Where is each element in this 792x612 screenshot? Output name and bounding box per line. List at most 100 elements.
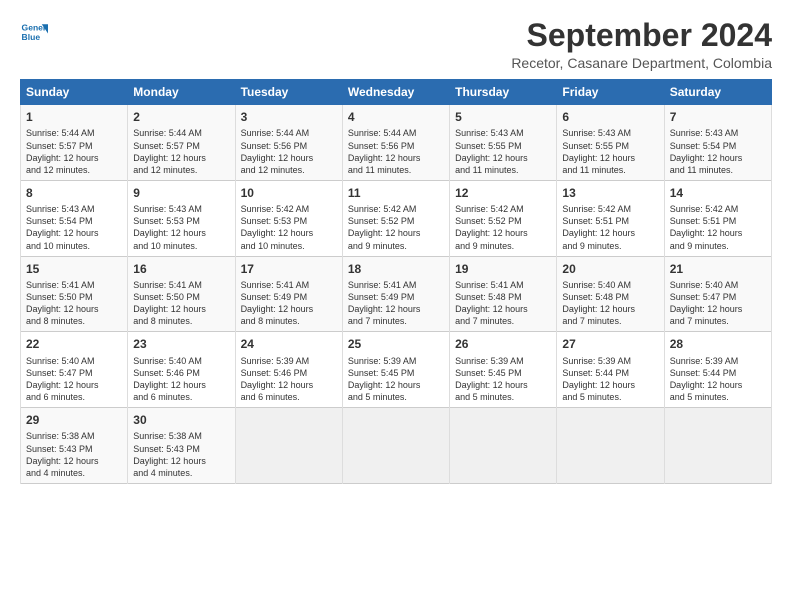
calendar-cell: 9Sunrise: 5:43 AMSunset: 5:53 PMDaylight… — [128, 180, 235, 256]
title-block: September 2024 Recetor, Casanare Departm… — [511, 18, 772, 71]
day-number: 4 — [348, 109, 444, 125]
day-number: 20 — [562, 261, 658, 277]
month-title: September 2024 — [511, 18, 772, 53]
day-info-line: Sunset: 5:47 PM — [670, 291, 766, 303]
day-info-line: and 11 minutes. — [562, 164, 658, 176]
calendar-cell: 1Sunrise: 5:44 AMSunset: 5:57 PMDaylight… — [21, 105, 128, 181]
calendar-cell: 14Sunrise: 5:42 AMSunset: 5:51 PMDayligh… — [664, 180, 771, 256]
day-number: 16 — [133, 261, 229, 277]
day-info-line: Sunrise: 5:39 AM — [562, 355, 658, 367]
day-info-line: Sunrise: 5:41 AM — [348, 279, 444, 291]
day-info-line: Daylight: 12 hours — [26, 379, 122, 391]
day-info-line: Sunrise: 5:41 AM — [455, 279, 551, 291]
calendar-cell: 25Sunrise: 5:39 AMSunset: 5:45 PMDayligh… — [342, 332, 449, 408]
day-info-line: Sunset: 5:54 PM — [26, 215, 122, 227]
day-info-line: Sunset: 5:52 PM — [348, 215, 444, 227]
calendar-cell: 8Sunrise: 5:43 AMSunset: 5:54 PMDaylight… — [21, 180, 128, 256]
logo-icon: General Blue — [20, 18, 48, 46]
day-info-line: Sunset: 5:55 PM — [455, 140, 551, 152]
calendar-header-row: SundayMondayTuesdayWednesdayThursdayFrid… — [21, 80, 772, 105]
day-info-line: Sunset: 5:49 PM — [348, 291, 444, 303]
day-number: 13 — [562, 185, 658, 201]
day-info-line: Daylight: 12 hours — [562, 227, 658, 239]
calendar-cell: 23Sunrise: 5:40 AMSunset: 5:46 PMDayligh… — [128, 332, 235, 408]
day-info-line: and 7 minutes. — [348, 315, 444, 327]
calendar-cell: 26Sunrise: 5:39 AMSunset: 5:45 PMDayligh… — [450, 332, 557, 408]
day-info-line: Daylight: 12 hours — [133, 227, 229, 239]
day-info-line: and 9 minutes. — [562, 240, 658, 252]
day-info-line: and 4 minutes. — [26, 467, 122, 479]
day-info-line: Daylight: 12 hours — [133, 303, 229, 315]
calendar-week-row: 8Sunrise: 5:43 AMSunset: 5:54 PMDaylight… — [21, 180, 772, 256]
day-info-line: Sunrise: 5:41 AM — [241, 279, 337, 291]
day-info-line: Sunrise: 5:43 AM — [670, 127, 766, 139]
calendar-cell: 28Sunrise: 5:39 AMSunset: 5:44 PMDayligh… — [664, 332, 771, 408]
day-info-line: Daylight: 12 hours — [670, 152, 766, 164]
day-number: 6 — [562, 109, 658, 125]
day-number: 19 — [455, 261, 551, 277]
calendar-cell: 11Sunrise: 5:42 AMSunset: 5:52 PMDayligh… — [342, 180, 449, 256]
location-subtitle: Recetor, Casanare Department, Colombia — [511, 55, 772, 71]
day-info-line: Daylight: 12 hours — [670, 303, 766, 315]
calendar-week-row: 22Sunrise: 5:40 AMSunset: 5:47 PMDayligh… — [21, 332, 772, 408]
calendar-cell — [450, 408, 557, 484]
day-number: 17 — [241, 261, 337, 277]
day-info-line: and 12 minutes. — [241, 164, 337, 176]
day-number: 29 — [26, 412, 122, 428]
day-info-line: Sunrise: 5:42 AM — [455, 203, 551, 215]
calendar-cell: 15Sunrise: 5:41 AMSunset: 5:50 PMDayligh… — [21, 256, 128, 332]
day-info-line: Sunset: 5:47 PM — [26, 367, 122, 379]
calendar-cell — [664, 408, 771, 484]
day-number: 2 — [133, 109, 229, 125]
day-info-line: Sunrise: 5:42 AM — [670, 203, 766, 215]
day-info-line: and 8 minutes. — [26, 315, 122, 327]
day-info-line: Daylight: 12 hours — [133, 379, 229, 391]
calendar-cell: 10Sunrise: 5:42 AMSunset: 5:53 PMDayligh… — [235, 180, 342, 256]
col-header-wednesday: Wednesday — [342, 80, 449, 105]
day-info-line: Sunset: 5:50 PM — [133, 291, 229, 303]
day-info-line: Daylight: 12 hours — [26, 455, 122, 467]
calendar-table: SundayMondayTuesdayWednesdayThursdayFrid… — [20, 79, 772, 484]
day-info-line: Daylight: 12 hours — [241, 152, 337, 164]
calendar-cell — [557, 408, 664, 484]
calendar-cell: 21Sunrise: 5:40 AMSunset: 5:47 PMDayligh… — [664, 256, 771, 332]
day-info-line: Sunset: 5:55 PM — [562, 140, 658, 152]
day-number: 18 — [348, 261, 444, 277]
day-info-line: Daylight: 12 hours — [562, 303, 658, 315]
day-info-line: Sunset: 5:48 PM — [455, 291, 551, 303]
day-number: 5 — [455, 109, 551, 125]
day-info-line: Daylight: 12 hours — [241, 303, 337, 315]
day-info-line: Sunset: 5:52 PM — [455, 215, 551, 227]
day-info-line: Sunset: 5:49 PM — [241, 291, 337, 303]
day-info-line: Sunrise: 5:44 AM — [241, 127, 337, 139]
day-number: 23 — [133, 336, 229, 352]
day-info-line: Sunset: 5:44 PM — [562, 367, 658, 379]
day-info-line: Sunset: 5:45 PM — [455, 367, 551, 379]
day-info-line: Sunrise: 5:44 AM — [26, 127, 122, 139]
calendar-cell: 6Sunrise: 5:43 AMSunset: 5:55 PMDaylight… — [557, 105, 664, 181]
calendar-cell: 18Sunrise: 5:41 AMSunset: 5:49 PMDayligh… — [342, 256, 449, 332]
day-info-line: Sunset: 5:44 PM — [670, 367, 766, 379]
day-info-line: Sunset: 5:54 PM — [670, 140, 766, 152]
col-header-monday: Monday — [128, 80, 235, 105]
day-info-line: and 11 minutes. — [455, 164, 551, 176]
day-info-line: Sunset: 5:48 PM — [562, 291, 658, 303]
day-info-line: Sunset: 5:53 PM — [133, 215, 229, 227]
day-info-line: Daylight: 12 hours — [348, 152, 444, 164]
day-number: 3 — [241, 109, 337, 125]
calendar-cell: 2Sunrise: 5:44 AMSunset: 5:57 PMDaylight… — [128, 105, 235, 181]
logo: General Blue — [20, 18, 48, 46]
day-info-line: Sunrise: 5:43 AM — [26, 203, 122, 215]
day-info-line: and 9 minutes. — [455, 240, 551, 252]
calendar-cell: 16Sunrise: 5:41 AMSunset: 5:50 PMDayligh… — [128, 256, 235, 332]
day-info-line: Sunrise: 5:39 AM — [455, 355, 551, 367]
day-info-line: and 5 minutes. — [455, 391, 551, 403]
day-info-line: Sunrise: 5:39 AM — [348, 355, 444, 367]
calendar-cell: 30Sunrise: 5:38 AMSunset: 5:43 PMDayligh… — [128, 408, 235, 484]
day-info-line: and 8 minutes. — [241, 315, 337, 327]
day-number: 10 — [241, 185, 337, 201]
day-info-line: and 12 minutes. — [133, 164, 229, 176]
day-info-line: and 6 minutes. — [133, 391, 229, 403]
day-info-line: Sunrise: 5:38 AM — [133, 430, 229, 442]
day-info-line: Sunset: 5:45 PM — [348, 367, 444, 379]
